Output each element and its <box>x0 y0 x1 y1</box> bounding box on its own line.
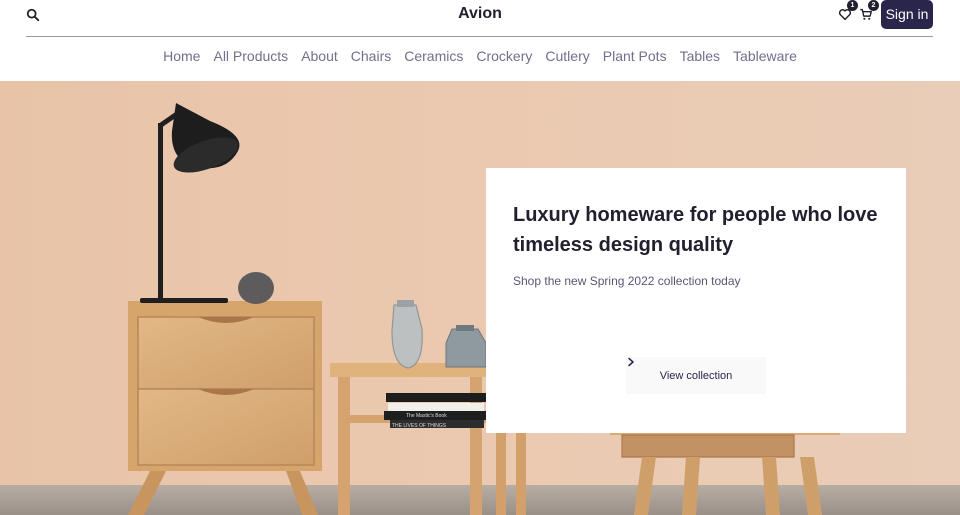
nav-item-crockery[interactable]: Crockery <box>476 48 532 64</box>
nav-item-tableware[interactable]: Tableware <box>733 48 797 64</box>
nav-item-about[interactable]: About <box>301 48 338 64</box>
brand-logo[interactable]: Avion <box>458 5 502 22</box>
cart-count-badge: 2 <box>868 0 879 11</box>
desk-lamp <box>140 103 240 303</box>
book-spine-text: THE LIVES OF THINGS <box>392 423 447 429</box>
view-collection-button[interactable]: View collection <box>626 357 766 394</box>
hero-headline: Luxury homeware for people who love time… <box>513 204 878 256</box>
hero-banner: The Mastic's Book THE LIVES OF THINGS Lu… <box>0 81 960 515</box>
wishlist-button[interactable]: 1 <box>838 0 858 21</box>
nav-item-ceramics[interactable]: Ceramics <box>404 48 463 64</box>
vases <box>391 300 487 369</box>
speaker <box>238 272 274 304</box>
nav-item-chairs[interactable]: Chairs <box>351 48 391 64</box>
nav-item-home[interactable]: Home <box>163 48 200 64</box>
hero-subtitle: Shop the new Spring 2022 collection toda… <box>513 274 741 288</box>
search-icon[interactable] <box>26 8 40 22</box>
nav-item-all-products[interactable]: All Products <box>213 48 288 64</box>
nightstand <box>128 301 322 515</box>
book-stack: The Mastic's Book THE LIVES OF THINGS <box>384 393 486 429</box>
site-header: Avion 1 2 Sign in Home All Products Abou… <box>0 0 960 81</box>
category-nav: Home All Products About Chairs Ceramics … <box>0 48 960 64</box>
sign-in-button[interactable]: Sign in <box>881 0 933 29</box>
nav-item-cutlery[interactable]: Cutlery <box>545 48 589 64</box>
view-collection-label: View collection <box>659 369 733 382</box>
chevron-right-icon <box>628 357 634 367</box>
nav-item-tables[interactable]: Tables <box>680 48 720 64</box>
cart-button[interactable]: 2 <box>859 0 879 21</box>
hero-card: Luxury homeware for people who love time… <box>486 168 906 433</box>
nav-item-plant-pots[interactable]: Plant Pots <box>603 48 667 64</box>
wishlist-count-badge: 1 <box>847 0 858 11</box>
book-spine-text: The Mastic's Book <box>406 413 447 419</box>
header-divider <box>26 36 933 37</box>
